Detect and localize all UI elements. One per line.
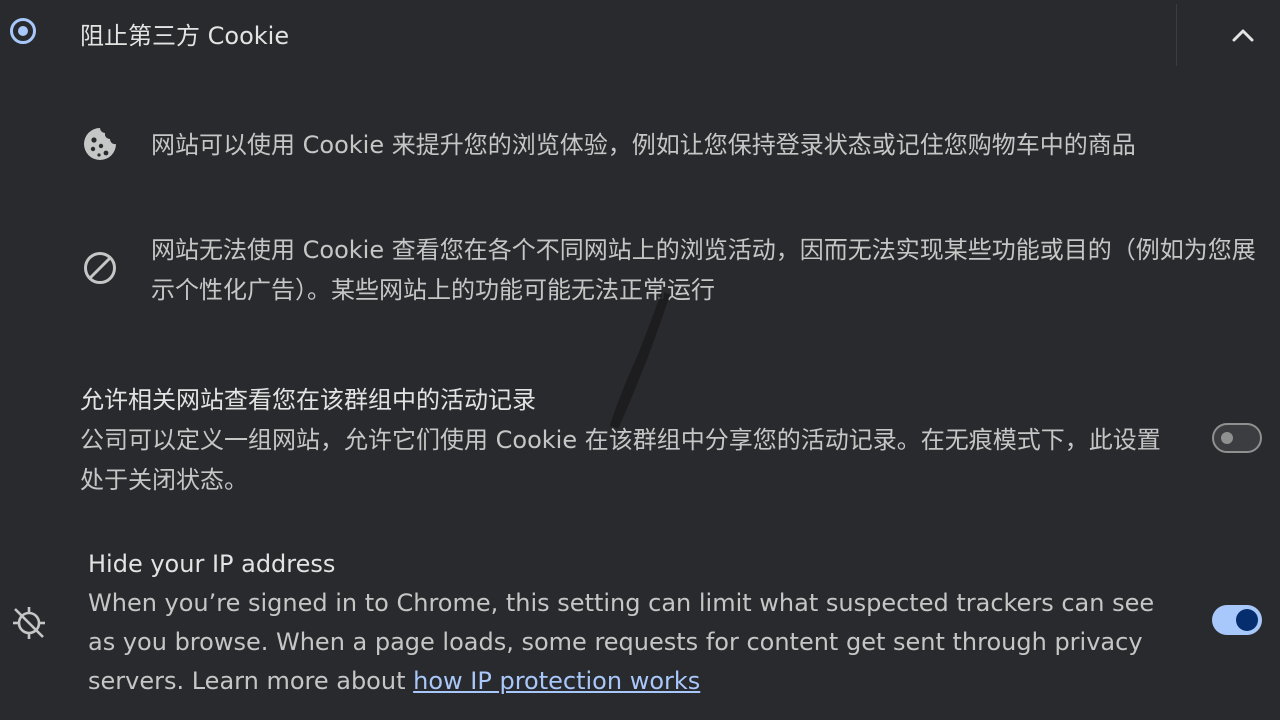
toggle-knob	[1221, 432, 1233, 444]
ip-protection-description: When you’re signed in to Chrome, this se…	[88, 584, 1178, 701]
tracking-blocked-text: 网站无法使用 Cookie 查看您在各个不同网站上的浏览活动，因而无法实现某些功…	[151, 236, 1256, 304]
related-sites-toggle[interactable]	[1212, 423, 1262, 453]
vertical-divider	[1176, 4, 1177, 66]
related-sites-description: 公司可以定义一组网站，允许它们使用 Cookie 在该群组中分享您的活动记录。在…	[80, 426, 1161, 494]
ip-protection-title: Hide your IP address	[88, 550, 336, 578]
toggle-knob	[1236, 609, 1258, 631]
pen-stroke-mark	[609, 291, 671, 429]
related-sites-title: 允许相关网站查看您在该群组中的活动记录	[80, 386, 536, 414]
ip-protection-learn-more-link[interactable]: how IP protection works	[413, 667, 700, 695]
location-off-icon	[13, 607, 45, 639]
radio-selected-icon[interactable]	[10, 18, 36, 44]
cookie-icon	[84, 128, 116, 160]
section-title: 阻止第三方 Cookie	[80, 22, 290, 50]
collapse-button[interactable]	[1222, 14, 1264, 54]
ip-protection-toggle[interactable]	[1212, 605, 1262, 635]
block-icon	[84, 252, 116, 284]
cookie-benefit-text: 网站可以使用 Cookie 来提升您的浏览体验，例如让您保持登录状态或记住您购物…	[151, 131, 1136, 159]
cookie-settings-page: 阻止第三方 Cookie 网站可以使用 Cookie 来提升您的浏览体验，例如让…	[0, 0, 1280, 720]
chevron-up-icon	[1232, 29, 1254, 42]
